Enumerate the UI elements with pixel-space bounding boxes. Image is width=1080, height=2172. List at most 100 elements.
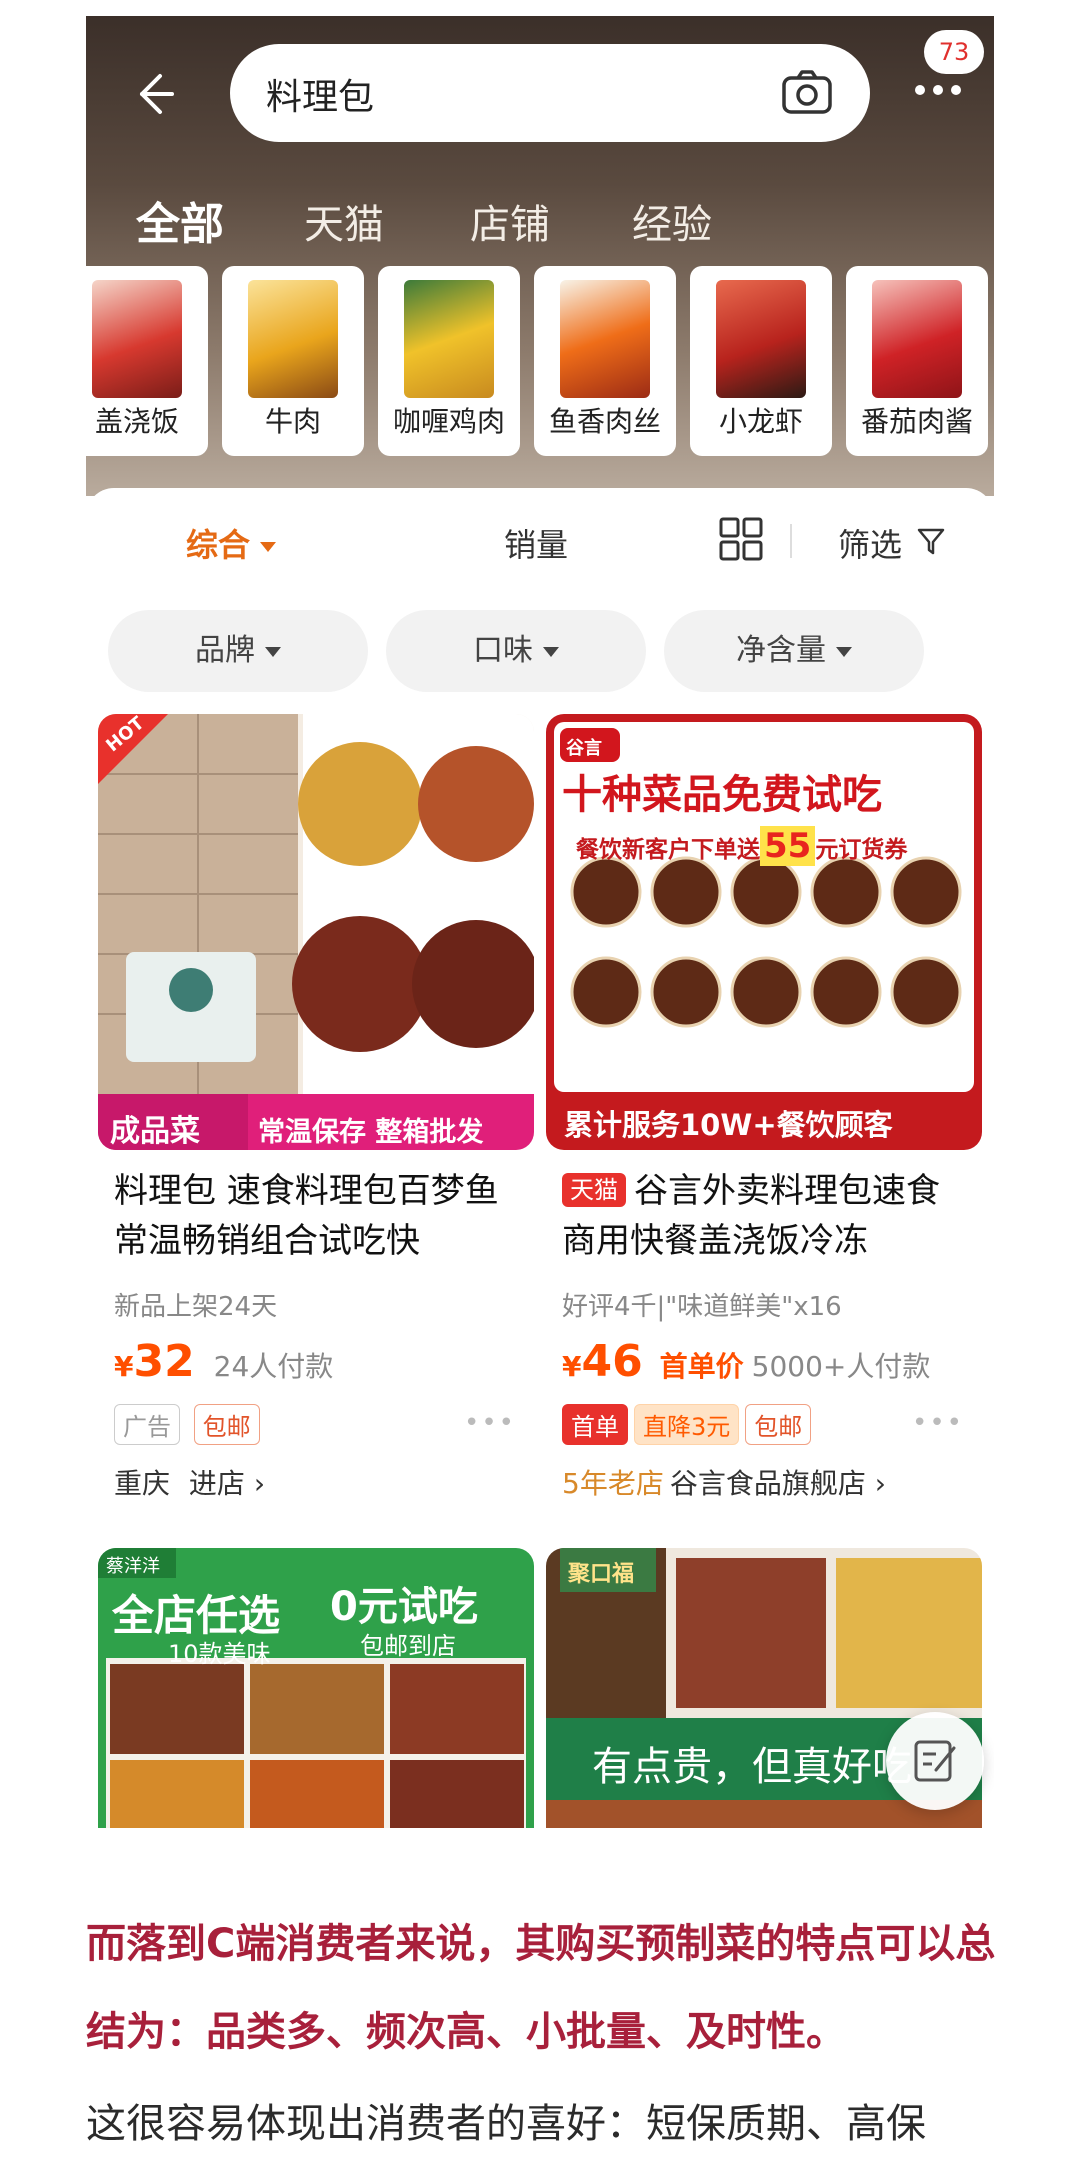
- category-image: [92, 280, 182, 398]
- sales-count: 5000+人付款: [751, 1350, 931, 1383]
- more-dots-icon[interactable]: [906, 68, 970, 108]
- triangle-down-icon: [260, 542, 277, 552]
- category-label: 牛肉: [264, 405, 321, 438]
- shop-name[interactable]: 谷言食品旗舰店: [670, 1467, 866, 1500]
- article-paragraph: 这很容易体现出消费者的喜好：短保质期、高保: [86, 2101, 926, 2147]
- category-image: [404, 280, 494, 398]
- sort-comprehensive[interactable]: 综合: [186, 520, 277, 566]
- sort-sales[interactable]: 销量: [504, 520, 568, 566]
- product-meta: 好评4千|"味道鲜美"x16: [562, 1292, 842, 1322]
- more-dots-icon[interactable]: •••: [912, 1408, 964, 1438]
- chip-brand[interactable]: 品牌: [108, 610, 368, 692]
- currency-symbol: ¥: [562, 1350, 582, 1383]
- category-image: [716, 280, 806, 398]
- camera-icon[interactable]: [778, 64, 836, 122]
- article-body: 而落到C端消费者来说，其购买预制菜的特点可以总结为：品类多、频次高、小批量、及时…: [86, 1900, 1006, 2168]
- article-paragraph-highlight: 而落到C端消费者来说，其购买预制菜的特点可以总结为：品类多、频次高、小批量、及时…: [86, 1921, 996, 2055]
- category-image: [872, 280, 962, 398]
- more-dots-icon[interactable]: •••: [464, 1408, 516, 1438]
- product-card[interactable]: 蔡洋洋 全店任选 0元试吃 10款美味 包邮到店: [98, 1548, 534, 1828]
- search-header: 料理包 73 全部 天猫 店铺 经验 盖浇饭 牛肉 咖喱鸡肉 鱼香肉丝 小龙虾 …: [86, 16, 994, 496]
- product-image[interactable]: 谷言 十种菜品免费试吃 餐饮新客户下单送 55 元订货券 累计服务10W+餐饮顾客: [546, 714, 982, 1150]
- tab-tmall[interactable]: 天猫: [304, 192, 384, 250]
- shop-age-badge: 5年老店: [562, 1467, 664, 1500]
- shop-location: 重庆: [114, 1467, 171, 1500]
- image-caption: 有点贵，但真好吃: [592, 1744, 912, 1790]
- category-label: 番茄肉酱: [860, 405, 973, 438]
- product-image[interactable]: HOT 成品菜 常温保存 整箱批发: [98, 714, 534, 1150]
- chip-label: 净含量: [736, 633, 826, 668]
- category-item[interactable]: 牛肉: [222, 266, 364, 456]
- image-headline-secondary: 0元试吃: [330, 1584, 478, 1630]
- tmall-badge: 天猫: [562, 1173, 626, 1207]
- shop-link[interactable]: 5年老店 谷言食品旗舰店 ›: [562, 1462, 886, 1502]
- brand-logo: 谷言: [566, 738, 602, 759]
- arrow-left-icon[interactable]: [124, 64, 184, 124]
- chevron-right-icon: ›: [253, 1467, 266, 1500]
- chevron-right-icon: ›: [874, 1467, 886, 1500]
- category-item[interactable]: 小龙虾: [690, 266, 832, 456]
- image-subline: 10款美味: [168, 1640, 271, 1668]
- sort-comprehensive-label: 综合: [186, 526, 251, 564]
- image-headline: 十种菜品免费试吃: [562, 772, 882, 818]
- image-banner-label: 成品菜: [110, 1114, 200, 1149]
- tab-experience[interactable]: 经验: [632, 192, 712, 250]
- image-subline-a: 餐饮新客户下单送: [576, 837, 760, 863]
- category-item[interactable]: 鱼香肉丝: [534, 266, 676, 456]
- filter-button[interactable]: 筛选: [838, 520, 902, 566]
- results-panel: 综合 销量 筛选 品牌 口味 净含量 HOT 成品菜 常温保存 整箱批发 料理包…: [86, 488, 994, 1828]
- filter-chips: 品牌 口味 净含量: [86, 610, 994, 694]
- search-query: 料理包: [266, 77, 375, 118]
- category-label: 咖喱鸡肉: [392, 405, 505, 438]
- tab-all[interactable]: 全部: [136, 188, 224, 252]
- image-subline-b: 元订货券: [815, 837, 908, 863]
- price-row: ¥32 24人付款: [114, 1336, 333, 1387]
- sort-bar: 综合 销量 筛选: [86, 488, 994, 598]
- grid-view-icon[interactable]: [718, 516, 764, 562]
- currency-symbol: ¥: [114, 1350, 134, 1383]
- product-title[interactable]: 天猫 谷言外卖料理包速食商用快餐盖浇饭冷冻: [562, 1166, 972, 1266]
- shop-link[interactable]: 重庆 进店 ›: [114, 1462, 265, 1502]
- free-shipping-tag: 包邮: [193, 1404, 260, 1445]
- first-order-tag: 首单: [562, 1404, 628, 1445]
- sales-count: 24人付款: [213, 1350, 334, 1383]
- chip-label: 品牌: [195, 633, 255, 668]
- category-image: [248, 280, 338, 398]
- price-row: ¥46 首单价 5000+人付款: [562, 1336, 930, 1387]
- category-image: [560, 280, 650, 398]
- filter-funnel-icon[interactable]: [916, 526, 946, 556]
- image-subline-number: 55: [760, 826, 816, 866]
- brand-logo: 蔡洋洋: [106, 1556, 160, 1577]
- tab-shops[interactable]: 店铺: [470, 192, 550, 250]
- chip-net-weight[interactable]: 净含量: [664, 610, 924, 692]
- chip-flavor[interactable]: 口味: [386, 610, 646, 692]
- category-label: 盖浇饭: [94, 405, 179, 438]
- edit-note-icon[interactable]: [886, 1712, 984, 1810]
- category-label: 小龙虾: [718, 405, 803, 438]
- product-title[interactable]: 料理包 速食料理包百梦鱼常温畅销组合试吃快: [114, 1166, 524, 1266]
- search-tabs: 全部 天猫 店铺 经验: [86, 184, 994, 264]
- image-footer: 累计服务10W+餐饮顾客: [564, 1108, 893, 1142]
- divider: [790, 524, 792, 558]
- enter-shop-link[interactable]: 进店: [189, 1467, 245, 1500]
- product-price: 32: [133, 1336, 195, 1387]
- ad-tag: 广告: [114, 1404, 180, 1445]
- triangle-down-icon: [543, 646, 559, 657]
- app-screen: 料理包 73 全部 天猫 店铺 经验 盖浇饭 牛肉 咖喱鸡肉 鱼香肉丝 小龙虾 …: [86, 16, 994, 1828]
- category-item[interactable]: 番茄肉酱: [846, 266, 988, 456]
- first-order-price-label: 首单价: [659, 1350, 744, 1383]
- product-image-art: [98, 714, 534, 1150]
- category-strip: 盖浇饭 牛肉 咖喱鸡肉 鱼香肉丝 小龙虾 番茄肉酱: [86, 266, 994, 476]
- search-input[interactable]: 料理包: [230, 44, 870, 142]
- category-item[interactable]: 咖喱鸡肉: [378, 266, 520, 456]
- product-tags: 首单 直降3元 包邮: [562, 1404, 817, 1445]
- free-shipping-tag: 包邮: [745, 1404, 812, 1445]
- image-subline: 餐饮新客户下单送 55 元订货券: [576, 826, 907, 866]
- category-item[interactable]: 盖浇饭: [86, 266, 208, 456]
- brand-logo: 聚口福: [568, 1562, 635, 1587]
- discount-tag: 直降3元: [634, 1404, 740, 1445]
- chip-label: 口味: [473, 633, 533, 668]
- category-label: 鱼香肉丝: [548, 405, 661, 438]
- triangle-down-icon: [836, 646, 852, 657]
- message-count-badge: 73: [924, 30, 984, 74]
